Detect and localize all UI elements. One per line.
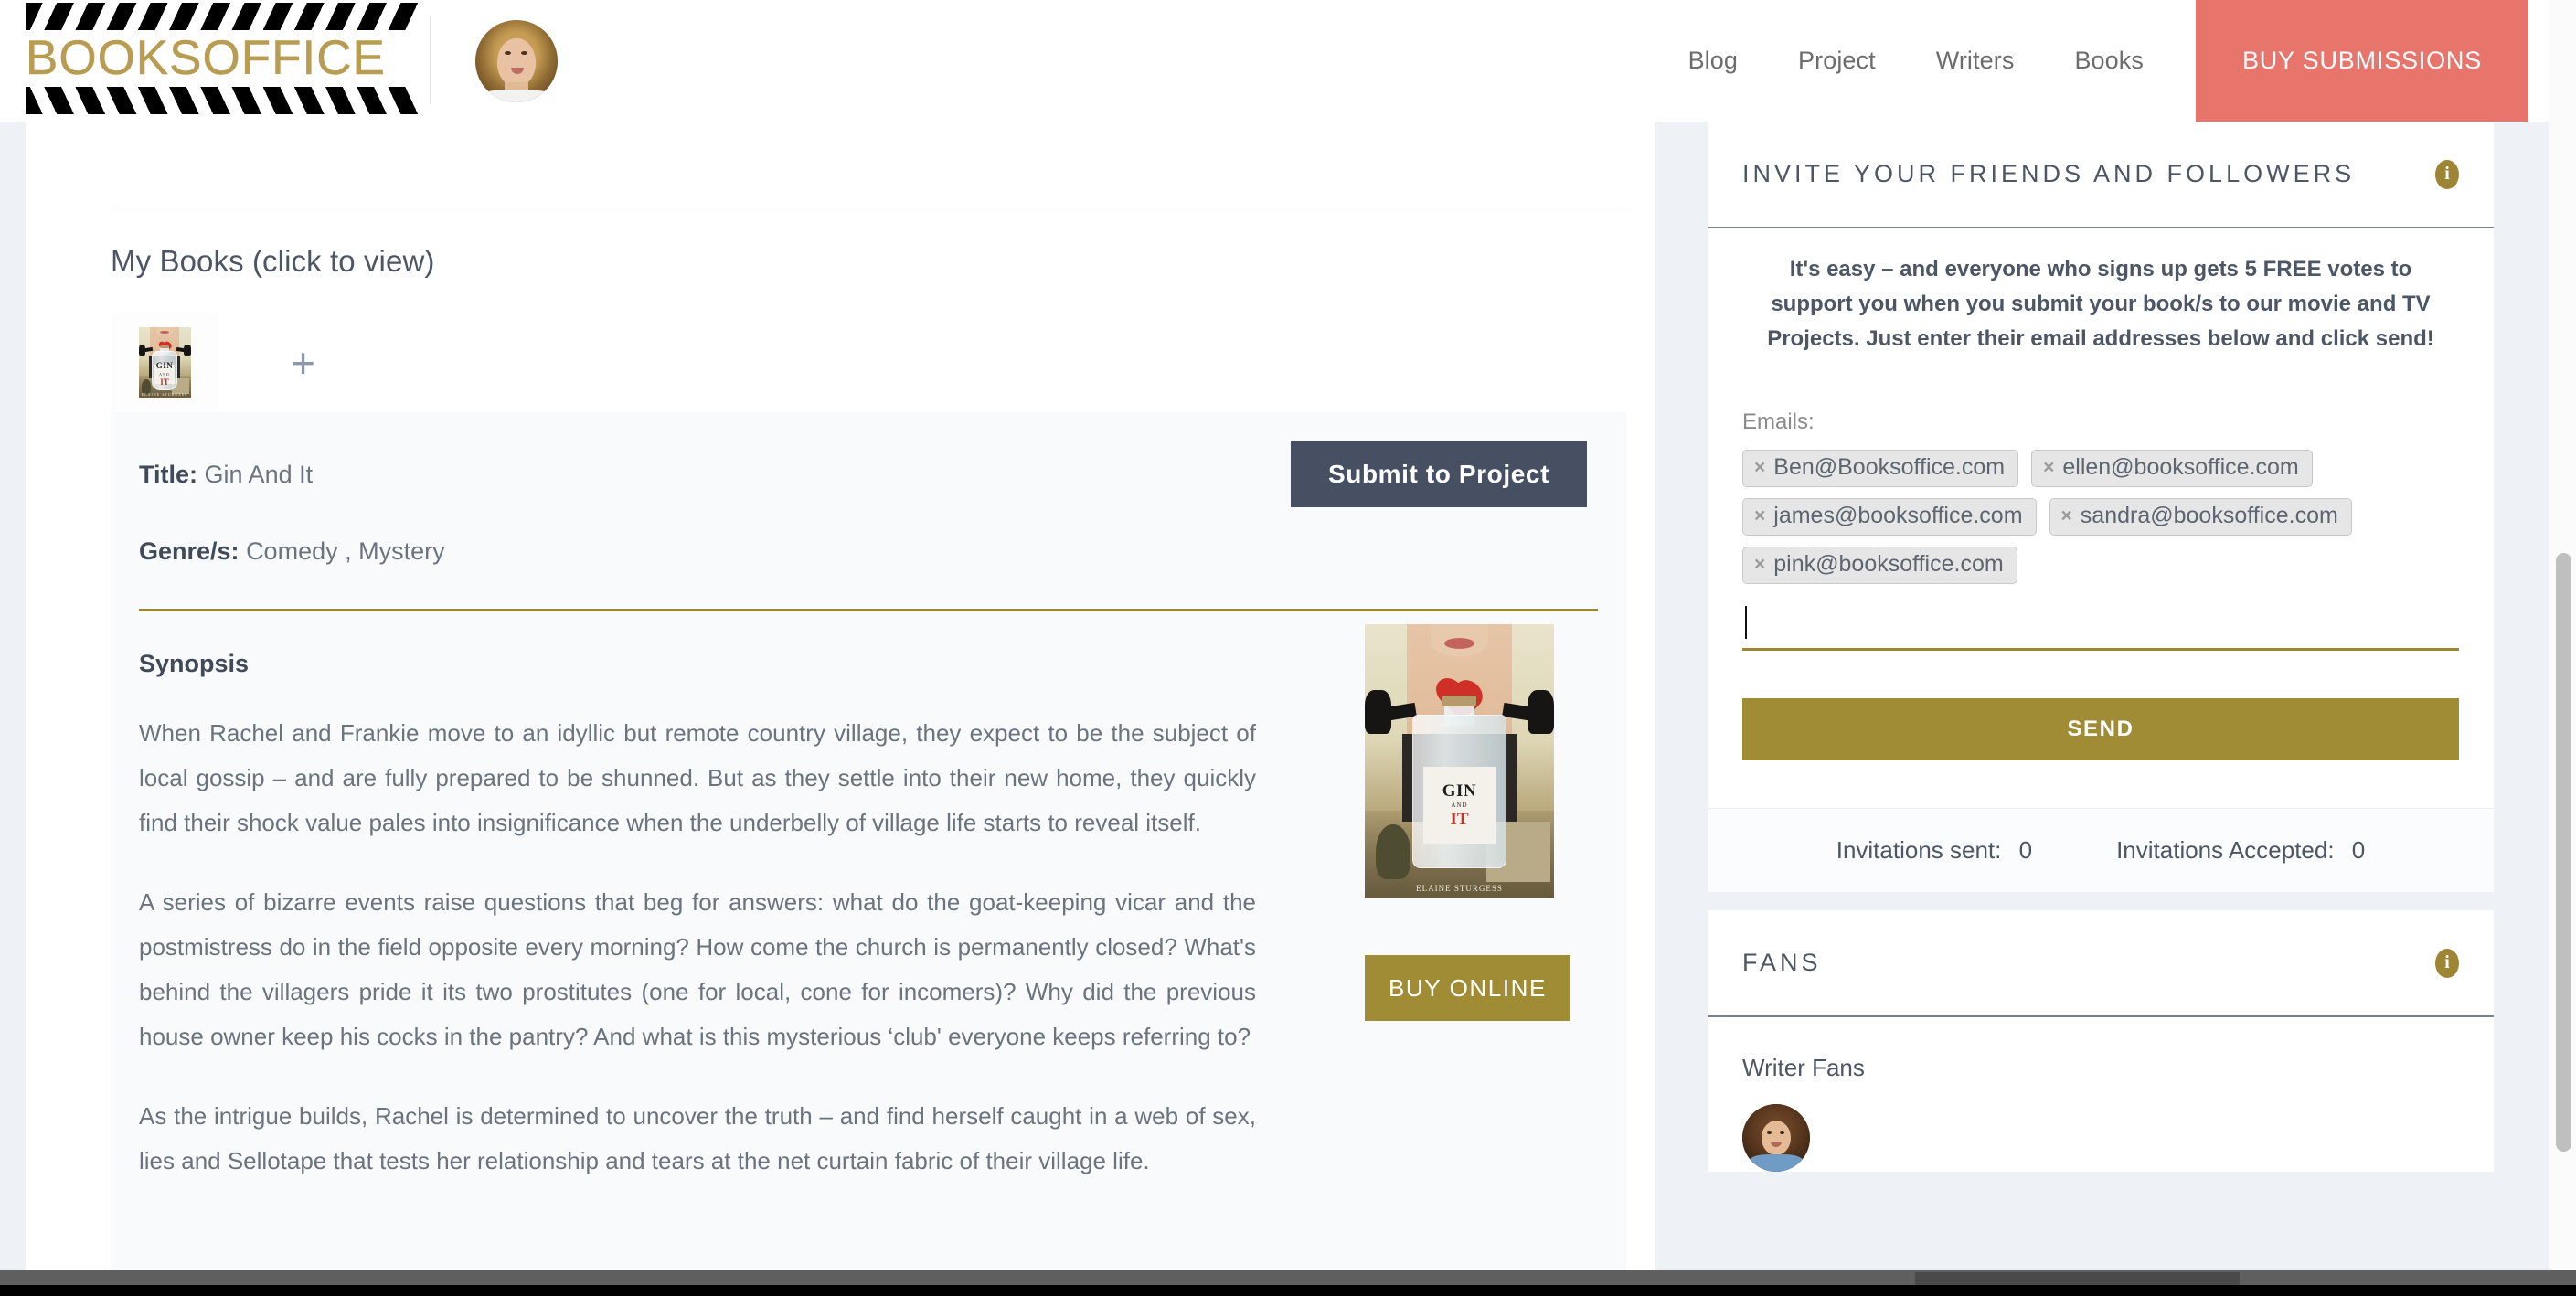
plus-icon: + [291, 339, 315, 387]
fan-avatar[interactable] [1742, 1104, 1810, 1172]
cover-title-line2: IT [1450, 810, 1469, 829]
page-left-gutter [0, 0, 26, 1270]
invitation-stats: Invitations sent: 0 Invitations Accepted… [1708, 808, 2494, 892]
email-tag-value: Ben@Booksoffice.com [1773, 454, 2006, 480]
emails-tag-field[interactable]: × Ben@Booksoffice.com × ellen@booksoffic… [1742, 450, 2459, 651]
cover-author: ELAINE STURGESS [141, 392, 188, 398]
cover-title-line1: GIN [1442, 781, 1477, 801]
logo-stripe-top-icon [26, 3, 419, 30]
main-column: My Books (click to view) GIN AND IT ELAI… [26, 122, 1655, 1296]
nav-item-writers[interactable]: Writers [1906, 47, 2045, 75]
email-input-underline [1742, 648, 2459, 651]
nav-item-blog[interactable]: Blog [1658, 47, 1768, 75]
book-title-label: Title: [139, 461, 198, 488]
remove-tag-icon[interactable]: × [2043, 458, 2054, 477]
header-divider [430, 16, 431, 104]
add-book-button[interactable]: + [218, 313, 388, 412]
remove-tag-icon[interactable]: × [1754, 458, 1765, 477]
invitations-accepted-label: Invitations Accepted: [2116, 836, 2335, 864]
remove-tag-icon[interactable]: × [1754, 506, 1765, 526]
cover-title-line1: GIN [155, 360, 174, 370]
cover-author: ELAINE STURGESS [1416, 884, 1503, 893]
right-sidebar: INVITE YOUR FRIENDS AND FOLLOWERS i It's… [1708, 122, 2494, 1270]
cover-title-conj: AND [159, 371, 170, 377]
email-tag-value: ellen@booksoffice.com [2062, 454, 2299, 480]
fans-body: Writer Fans [1708, 1017, 2494, 1172]
submit-to-project-button[interactable]: Submit to Project [1291, 441, 1587, 507]
email-tag[interactable]: × pink@booksoffice.com [1742, 547, 2017, 584]
invite-card: INVITE YOUR FRIENDS AND FOLLOWERS i It's… [1708, 122, 2494, 892]
nav-item-books[interactable]: Books [2044, 47, 2174, 75]
fans-card: FANS i Writer Fans [1708, 910, 2494, 1172]
invitations-sent-value: 0 [2018, 836, 2033, 864]
invite-card-title: INVITE YOUR FRIENDS AND FOLLOWERS [1742, 160, 2356, 187]
invite-blurb: It's easy – and everyone who signs up ge… [1767, 257, 2434, 351]
invite-card-header: INVITE YOUR FRIENDS AND FOLLOWERS i [1708, 122, 2494, 228]
main-navigation: Blog Project Writers Books BUY SUBMISSIO… [1658, 0, 2576, 122]
avatar-image [475, 20, 558, 102]
cover-title-conj: AND [1451, 802, 1468, 809]
info-icon[interactable]: i [2435, 948, 2459, 978]
email-tag[interactable]: × Ben@Booksoffice.com [1742, 450, 2019, 487]
info-icon[interactable]: i [2435, 159, 2459, 189]
cover-title-line2: IT [160, 377, 169, 387]
book-genres-row: Genre/s: Comedy , Mystery [139, 536, 1626, 566]
email-input-row[interactable] [1742, 602, 2459, 643]
synopsis-paragraph: As the intrigue builds, Rachel is determ… [139, 1101, 1256, 1174]
invitations-accepted-value: 0 [2351, 836, 2366, 864]
site-header: BOOKSOFFICE Blog Project Writers Books B… [0, 0, 2576, 122]
buy-submissions-button[interactable]: BUY SUBMISSIONS [2196, 0, 2528, 122]
emails-label: Emails: [1742, 409, 1815, 434]
vertical-scrollbar[interactable] [2549, 0, 2576, 1270]
book-tab-strip: GIN AND IT ELAINE STURGESS + [111, 313, 1626, 412]
book-title-value: Gin And It [204, 461, 314, 488]
browser-viewport: BOOKSOFFICE Blog Project Writers Books B… [0, 0, 2576, 1296]
book-genres-value: Comedy , Mystery [246, 537, 445, 566]
email-tag-value: pink@booksoffice.com [1773, 551, 2004, 577]
writer-fans-subheading: Writer Fans [1742, 1054, 1865, 1081]
send-invitations-button[interactable]: SEND [1742, 698, 2459, 760]
synopsis-paragraph: When Rachel and Frankie move to an idyll… [139, 718, 1256, 836]
email-tag-value: sandra@booksoffice.com [2080, 503, 2338, 528]
email-tag[interactable]: × james@booksoffice.com [1742, 498, 2037, 536]
remove-tag-icon[interactable]: × [2061, 506, 2072, 526]
book-detail-panel: Submit to Project Title: Gin And It Genr… [111, 412, 1626, 1296]
invitations-sent-label: Invitations sent: [1836, 836, 2002, 864]
text-caret [1745, 606, 1747, 639]
synopsis-paragraph: A series of bizarre events raise questio… [139, 887, 1256, 1050]
content-area: My Books (click to view) GIN AND IT ELAI… [0, 122, 2576, 1296]
fans-card-title: FANS [1742, 949, 1822, 976]
email-tag-value: james@booksoffice.com [1773, 503, 2023, 528]
email-tag-list: × Ben@Booksoffice.com × ellen@booksoffic… [1742, 450, 2459, 584]
logo-stripe-bottom-icon [26, 87, 419, 114]
nav-item-project[interactable]: Project [1768, 47, 1906, 75]
invitations-accepted-stat: Invitations Accepted: 0 [2116, 836, 2365, 865]
buy-online-button[interactable]: BUY ONLINE [1365, 955, 1570, 1021]
site-logo[interactable]: BOOKSOFFICE [26, 3, 419, 117]
book-cover-column: GIN AND IT ELAINE STURGESS BUY ONLINE [1365, 624, 1602, 1021]
email-tag[interactable]: × ellen@booksoffice.com [2031, 450, 2313, 487]
window-bottom-edge [0, 1285, 2576, 1296]
synopsis-body: When Rachel and Frankie move to an idyll… [139, 711, 1256, 1184]
book-cover-image[interactable]: GIN AND IT ELAINE STURGESS [1365, 624, 1554, 898]
book-tab-gin-and-it[interactable]: GIN AND IT ELAINE STURGESS [111, 313, 218, 412]
email-tag[interactable]: × sandra@booksoffice.com [2049, 498, 2352, 536]
page-title: My Books (click to view) [111, 244, 435, 278]
logo-wordmark: BOOKSOFFICE [26, 31, 386, 86]
user-avatar[interactable] [475, 20, 558, 102]
book-genres-label: Genre/s: [139, 537, 240, 566]
fans-card-header: FANS i [1708, 910, 2494, 1017]
book-thumbnail-image: GIN AND IT ELAINE STURGESS [138, 327, 191, 398]
remove-tag-icon[interactable]: × [1754, 555, 1765, 574]
invitations-sent-stat: Invitations sent: 0 [1836, 836, 2032, 865]
gold-divider [139, 608, 1598, 611]
vertical-scrollbar-thumb[interactable] [2556, 553, 2571, 1152]
